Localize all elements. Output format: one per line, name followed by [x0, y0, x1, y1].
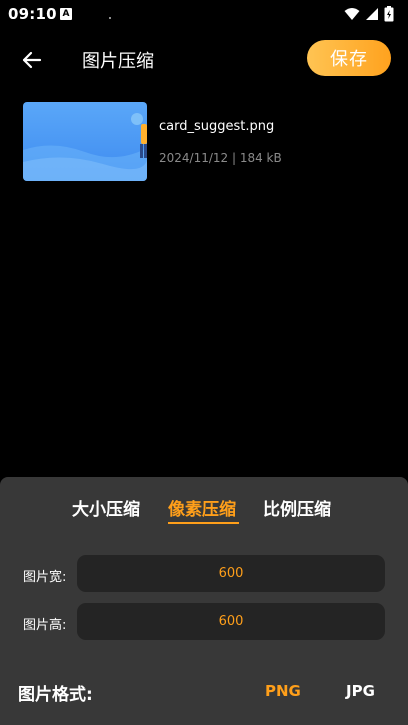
height-label: 图片高:	[23, 618, 67, 633]
wifi-icon	[344, 8, 360, 20]
width-input[interactable]: 600	[77, 555, 385, 592]
notification-a-icon: A	[60, 8, 72, 20]
app-bar: 图片压缩 保存	[0, 36, 408, 82]
status-time: 09:10	[8, 5, 57, 23]
file-name: card_suggest.png	[159, 119, 275, 134]
status-dot-icon	[109, 17, 111, 19]
tab-pixel-compress[interactable]: 像素压缩	[168, 495, 236, 520]
file-meta: 2024/11/12 | 184 kB	[159, 151, 282, 165]
format-option-jpg[interactable]: JPG	[346, 682, 375, 700]
height-input[interactable]: 600	[77, 603, 385, 640]
file-card[interactable]: card_suggest.png 2024/11/12 | 184 kB	[23, 102, 393, 182]
status-bar: 09:10 A	[0, 0, 408, 28]
compression-panel: 大小压缩 像素压缩 比例压缩 图片宽: 600 图片高: 600 图片格式: P…	[0, 477, 408, 725]
battery-icon	[384, 6, 394, 22]
back-button[interactable]	[18, 46, 46, 74]
file-thumbnail	[23, 102, 147, 181]
tab-size-compress[interactable]: 大小压缩	[72, 495, 140, 520]
status-indicators	[344, 6, 394, 22]
tab-ratio-compress[interactable]: 比例压缩	[263, 495, 331, 520]
save-button[interactable]: 保存	[307, 40, 391, 76]
signal-icon	[366, 8, 378, 20]
width-label: 图片宽:	[23, 570, 67, 585]
format-option-png[interactable]: PNG	[265, 682, 301, 700]
active-tab-indicator	[168, 522, 239, 524]
page-title: 图片压缩	[82, 51, 154, 72]
format-label: 图片格式:	[18, 685, 93, 705]
arrow-left-icon	[22, 51, 42, 69]
